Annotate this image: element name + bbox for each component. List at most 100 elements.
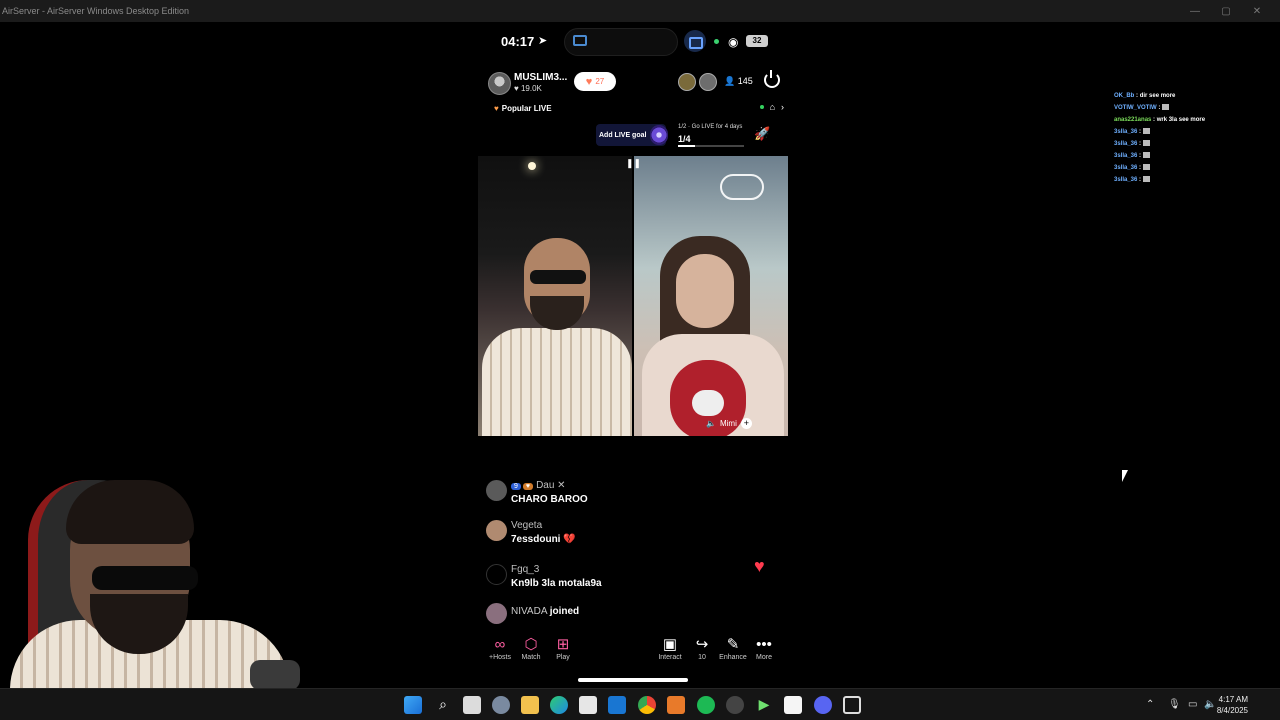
app-icon[interactable] (843, 696, 861, 714)
overlay-chat-line: VOTIW_VOTIW : (1114, 102, 1274, 114)
minimize-button[interactable]: — (1180, 0, 1210, 22)
guest-tag[interactable]: 🔈 Mimi + (706, 416, 752, 430)
tray-chevron-icon[interactable]: ⌃ (1146, 699, 1154, 710)
store-icon[interactable] (579, 696, 597, 714)
fan-badge-icon: ♥ (522, 483, 534, 490)
guest-name: Mimi (719, 418, 737, 428)
camera-indicator-icon (714, 39, 719, 44)
pause-icon[interactable]: ❚❚ (626, 158, 641, 168)
flame-icon: ♥ (494, 104, 499, 113)
chat-avatar (486, 603, 507, 624)
overlay-chat-user: 3slla_36 (1114, 153, 1138, 159)
join-text: NIVADA joined (511, 606, 579, 617)
go-live-task-progress: 1/4 (678, 134, 691, 144)
goal-coin-icon (650, 125, 668, 145)
go-live-progress-fill (678, 145, 695, 147)
chevron-right-icon[interactable]: › (781, 102, 784, 112)
spotify-icon[interactable] (697, 696, 715, 714)
battery-icon: 32 (746, 35, 768, 47)
share-count: 10 (698, 654, 706, 661)
taskbar-time: 4:17 AM (1218, 695, 1248, 704)
viewer-count[interactable]: 👤 145 (724, 76, 753, 87)
taskbar-clock[interactable]: 4:17 AM 8/4/2025 (1217, 694, 1248, 716)
app-icon[interactable] (667, 696, 685, 714)
host-name[interactable]: MUSLIM3... (514, 72, 567, 83)
hosts-label: +Hosts (489, 654, 511, 661)
app-icon[interactable] (726, 696, 744, 714)
phone-mirror: 04:17 ➤ ◉ 32 MUSLIM3... ♥ 19.0K ♥ 27 👤 14… (478, 22, 788, 688)
windows-start-icon[interactable] (404, 696, 422, 714)
overlay-chat-line: anas221anas : wrk 3la see more (1114, 114, 1274, 126)
play-button[interactable]: ⊞ Play (543, 636, 583, 661)
more-button[interactable]: ••• More (744, 636, 784, 661)
location-icon: ➤ (538, 35, 548, 47)
overlay-chat-user: 3slla_36 (1114, 177, 1138, 183)
home-indicator[interactable] (578, 678, 688, 682)
stream-chat-overlay: OK_Bb : dir see more VOTIW_VOTIW : anas22… (1114, 90, 1274, 186)
follow-button[interactable]: ♥ 27 (574, 72, 616, 91)
taskbar-date: 8/4/2025 (1216, 706, 1248, 715)
speaker-icon[interactable]: 🔈 (706, 419, 716, 428)
streamer-webcam (0, 470, 300, 688)
joined-username: NIVADA (511, 606, 547, 617)
live-actions-bar: ∞ +Hosts ⬡ Match ⊞ Play ▣ Interact ↪ 10 ✎ Enha… (478, 636, 788, 668)
streamer-hair (66, 480, 194, 544)
multi-guest-video: ❚❚ 🔈 Mimi + (478, 156, 788, 436)
top-viewer-avatar[interactable] (699, 73, 717, 91)
chat-username: Vegeta (511, 520, 543, 531)
rocket-icon[interactable]: 🚀 (754, 126, 770, 144)
more-label: More (756, 654, 772, 661)
edge-browser-icon[interactable] (550, 696, 568, 714)
ceiling-lamp (528, 162, 536, 170)
popular-live-tag[interactable]: ♥ Popular LIVE (494, 104, 552, 113)
emote-icon (1142, 140, 1150, 147)
wifi-icon: ◉ (728, 35, 739, 49)
popular-live-label: Popular LIVE (501, 104, 552, 113)
emote-icon (1142, 164, 1150, 171)
overlay-chat-line: 3slla_36 : (1114, 126, 1274, 138)
more-icon: ••• (756, 636, 772, 653)
task-view-icon[interactable] (463, 696, 481, 714)
emote-icon (1162, 104, 1170, 111)
overlay-chat-user: 3slla_36 (1114, 129, 1138, 135)
match-label: Match (521, 654, 541, 661)
enhance-label: Enhance (719, 654, 747, 661)
overlay-chat-user: 3slla_36 (1114, 141, 1138, 147)
home-icon[interactable]: ⌂ (770, 102, 775, 112)
volume-icon[interactable]: 🔈 (1204, 699, 1216, 710)
guest-camera-feed[interactable] (634, 156, 788, 436)
outlook-icon[interactable] (608, 696, 626, 714)
network-icon[interactable]: ▭ (1188, 699, 1197, 710)
power-icon[interactable] (764, 70, 780, 88)
overlay-chat-user: 3slla_36 (1114, 165, 1138, 171)
overlay-chat-user: anas221anas (1114, 117, 1152, 123)
chrome-icon[interactable] (638, 696, 656, 714)
window-title: AirServer - AirServer Windows Desktop Ed… (2, 6, 190, 16)
add-guest-icon[interactable]: + (740, 417, 752, 429)
emote-icon (1142, 128, 1150, 135)
screen-mirror-icon (573, 35, 587, 46)
chat-avatar (486, 480, 507, 501)
microphone-icon[interactable]: 🎙 (1168, 699, 1181, 710)
interact-label: Interact (658, 654, 682, 661)
settings-gear-icon[interactable] (492, 696, 510, 714)
go-live-task[interactable]: 1/2 · Go LIVE for 4 days 1/4 (678, 122, 748, 148)
maximize-button[interactable]: ▢ (1211, 0, 1241, 22)
emote-icon (1142, 176, 1150, 183)
host-avatar[interactable] (488, 72, 511, 95)
cloud-logo-icon (720, 174, 764, 200)
play-label: Play (556, 654, 570, 661)
floating-heart-icon: ♥ (754, 556, 765, 576)
discord-icon[interactable] (814, 696, 832, 714)
close-button[interactable]: ✕ (1242, 0, 1272, 22)
notepad-icon[interactable] (784, 696, 802, 714)
windows-taskbar: ⌕ ▶ ⌃ 🎙 ▭ 🔈 4:17 AM 8/4/2025 (0, 688, 1280, 720)
chat-avatar (486, 520, 507, 541)
play-store-icon[interactable]: ▶ (755, 696, 773, 714)
search-icon[interactable]: ⌕ (434, 696, 452, 714)
file-explorer-icon[interactable] (521, 696, 539, 714)
overlay-chat-user: OK_Bb (1114, 93, 1135, 99)
window-titlebar: AirServer - AirServer Windows Desktop Ed… (0, 0, 1280, 22)
host-camera-feed[interactable] (478, 156, 632, 436)
top-viewer-avatar[interactable] (678, 73, 696, 91)
